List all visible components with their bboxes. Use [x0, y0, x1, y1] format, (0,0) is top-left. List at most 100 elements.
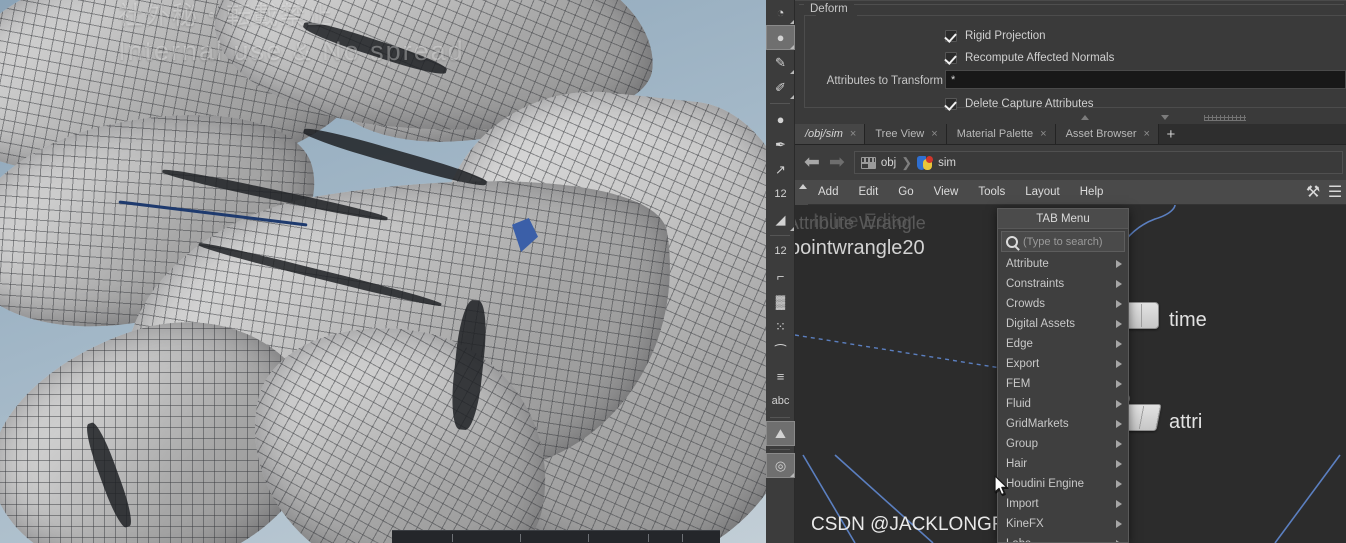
text-tool-icon[interactable]: abc — [766, 389, 795, 414]
tab-menu-item-crowds[interactable]: Crowds — [998, 294, 1128, 314]
tab-menu-popup[interactable]: TAB Menu (Type to search) Attribute Const… — [997, 208, 1129, 543]
snap-points-tool-icon[interactable]: ⁙ — [766, 314, 795, 339]
submenu-arrow-icon[interactable] — [1116, 260, 1122, 268]
viewport-bottom-toolbar[interactable] — [392, 530, 720, 543]
tab-menu-item-labs[interactable]: Labs — [998, 534, 1128, 542]
tab-menu-list[interactable]: Attribute Constraints Crowds Digital Assets… — [998, 254, 1128, 542]
tab-menu-item-attribute[interactable]: Attribute — [998, 254, 1128, 274]
tab-menu-item-fem[interactable]: FEM — [998, 374, 1128, 394]
submenu-triangle-icon[interactable] — [790, 473, 794, 477]
brush-tool-icon[interactable]: ✒ — [766, 132, 795, 157]
menu-help[interactable]: Help — [1070, 180, 1114, 205]
viewport-tool-sidebar[interactable]: ◔ ● ✎ ✐ ● ✒ ↗ 12 ◢ 12 ⌐ ▓ ⁙ ⁀ ≡ abc ⛰ ◎ — [766, 0, 795, 543]
toolbar-divider — [770, 235, 790, 236]
image-tool-icon[interactable]: ⛰ — [766, 421, 795, 446]
paint-tool-icon[interactable]: ✐ — [766, 75, 795, 100]
scroll-up-icon[interactable] — [1081, 115, 1089, 120]
attributes-to-transform-input[interactable]: * — [945, 70, 1346, 89]
tab-menu-item-constraints[interactable]: Constraints — [998, 274, 1128, 294]
handle-tool-icon[interactable]: ✎ — [766, 50, 795, 75]
submenu-arrow-icon[interactable] — [1116, 280, 1122, 288]
pane-resize-grip[interactable] — [1204, 115, 1246, 121]
menu-edit[interactable]: Edit — [848, 180, 888, 205]
tab-menu-item-kinefx[interactable]: KineFX — [998, 514, 1128, 534]
curve-tool-icon[interactable]: ⌐ — [766, 264, 795, 289]
breadcrumb-label-obj: obj — [880, 156, 897, 169]
submenu-arrow-icon[interactable] — [1116, 420, 1122, 428]
pane-tab-3[interactable]: Asset Browser × — [1055, 124, 1159, 144]
numbered-fill-tool-icon[interactable]: 12 — [766, 239, 795, 264]
tab-menu-item-houdini-engine[interactable]: Houdini Engine — [998, 474, 1128, 494]
tab-menu-item-export[interactable]: Export — [998, 354, 1128, 374]
vector-tool-icon[interactable]: ⁀ — [766, 339, 795, 364]
tab-menu-item-hair[interactable]: Hair — [998, 454, 1128, 474]
submenu-arrow-icon[interactable] — [1116, 380, 1122, 388]
nav-forward-icon[interactable]: ➡ — [829, 153, 845, 172]
menu-tools[interactable]: Tools — [968, 180, 1015, 205]
layers-tool-glyph: ≡ — [776, 369, 785, 384]
nav-back-icon[interactable]: ⬅ — [804, 153, 820, 172]
menu-add[interactable]: Add — [808, 180, 848, 205]
delete-capture-attributes-checkbox[interactable] — [945, 98, 957, 110]
tab-menu-item-label: Import — [1006, 498, 1039, 510]
menu-view[interactable]: View — [924, 180, 969, 205]
network-editor-menubar[interactable]: Add Edit Go View Tools Layout Help ⚒ ☰ — [795, 179, 1346, 205]
layers-tool-icon[interactable]: ≡ — [766, 364, 795, 389]
tab-menu-item-edge[interactable]: Edge — [998, 334, 1128, 354]
submenu-arrow-icon[interactable] — [1116, 300, 1122, 308]
tab-menu-item-import[interactable]: Import — [998, 494, 1128, 514]
grid-tool-icon[interactable]: ▓ — [766, 289, 795, 314]
submenu-arrow-icon[interactable] — [1116, 340, 1122, 348]
select-tool-icon[interactable]: ● — [766, 25, 795, 50]
breadcrumb[interactable]: obj ❯ sim — [853, 151, 1343, 174]
submenu-triangle-icon[interactable] — [790, 227, 794, 231]
marker-tool-icon[interactable]: ◎ — [766, 453, 795, 478]
view-tool-icon[interactable]: ◔ — [766, 0, 795, 25]
close-icon[interactable]: × — [931, 128, 937, 140]
submenu-triangle-icon[interactable] — [790, 95, 794, 99]
snap-points-tool-glyph: ⁙ — [775, 319, 786, 334]
submenu-triangle-icon[interactable] — [790, 45, 794, 49]
pane-tab-2[interactable]: Material Palette × — [946, 124, 1056, 144]
tab-menu-item-fluid[interactable]: Fluid — [998, 394, 1128, 414]
close-icon[interactable]: × — [1144, 128, 1150, 140]
scene-viewport[interactable]: 社外秘・転載禁止 Internal use & No spread — [0, 0, 766, 543]
numbered-point-tool-icon[interactable]: 12 — [766, 182, 795, 207]
submenu-triangle-icon[interactable] — [790, 70, 794, 74]
breadcrumb-item-obj[interactable]: obj — [860, 156, 897, 169]
submenu-arrow-icon[interactable] — [1116, 360, 1122, 368]
close-icon[interactable]: × — [1040, 128, 1046, 140]
point-tool-icon[interactable]: ● — [766, 107, 795, 132]
paint-bucket-tool-icon[interactable]: ◢ — [766, 207, 795, 232]
menubar-collapse-icon[interactable] — [795, 179, 808, 205]
group-border-left — [804, 15, 816, 16]
tab-menu-item-group[interactable]: Group — [998, 434, 1128, 454]
breadcrumb-item-sim[interactable]: sim — [917, 155, 956, 170]
eyedropper-tool-icon[interactable]: ↗ — [766, 157, 795, 182]
submenu-arrow-icon[interactable] — [1116, 440, 1122, 448]
submenu-arrow-icon[interactable] — [1116, 520, 1122, 528]
submenu-arrow-icon[interactable] — [1116, 460, 1122, 468]
close-icon[interactable]: × — [850, 128, 856, 140]
menu-go[interactable]: Go — [888, 180, 923, 205]
submenu-arrow-icon[interactable] — [1116, 320, 1122, 328]
pane-tab-1[interactable]: Tree View × — [865, 124, 947, 144]
recompute-normals-checkbox[interactable] — [945, 52, 957, 64]
tab-menu-search[interactable]: (Type to search) — [1001, 231, 1125, 252]
submenu-arrow-icon[interactable] — [1116, 480, 1122, 488]
scroll-down-icon[interactable] — [1161, 115, 1169, 120]
submenu-arrow-icon[interactable] — [1116, 400, 1122, 408]
tools-wrench-icon[interactable]: ⚒ — [1302, 180, 1324, 205]
tab-menu-item-digital-assets[interactable]: Digital Assets — [998, 314, 1128, 334]
menu-layout[interactable]: Layout — [1015, 180, 1070, 205]
tab-menu-item-gridmarkets[interactable]: GridMarkets — [998, 414, 1128, 434]
rigid-projection-checkbox[interactable] — [945, 30, 957, 42]
add-tab-button[interactable]: + — [1158, 124, 1183, 144]
parameter-scrollbar[interactable] — [799, 113, 1344, 122]
submenu-arrow-icon[interactable] — [1116, 500, 1122, 508]
submenu-triangle-icon[interactable] — [790, 20, 794, 24]
network-path-bar[interactable]: ⬅ ➡ obj ❯ sim — [795, 145, 1346, 180]
node-list-icon[interactable]: ☰ — [1324, 180, 1346, 205]
pane-tab-bar[interactable]: /obj/sim × Tree View × Material Palette × Asse… — [795, 124, 1346, 145]
pane-tab-0[interactable]: /obj/sim × — [795, 124, 866, 144]
